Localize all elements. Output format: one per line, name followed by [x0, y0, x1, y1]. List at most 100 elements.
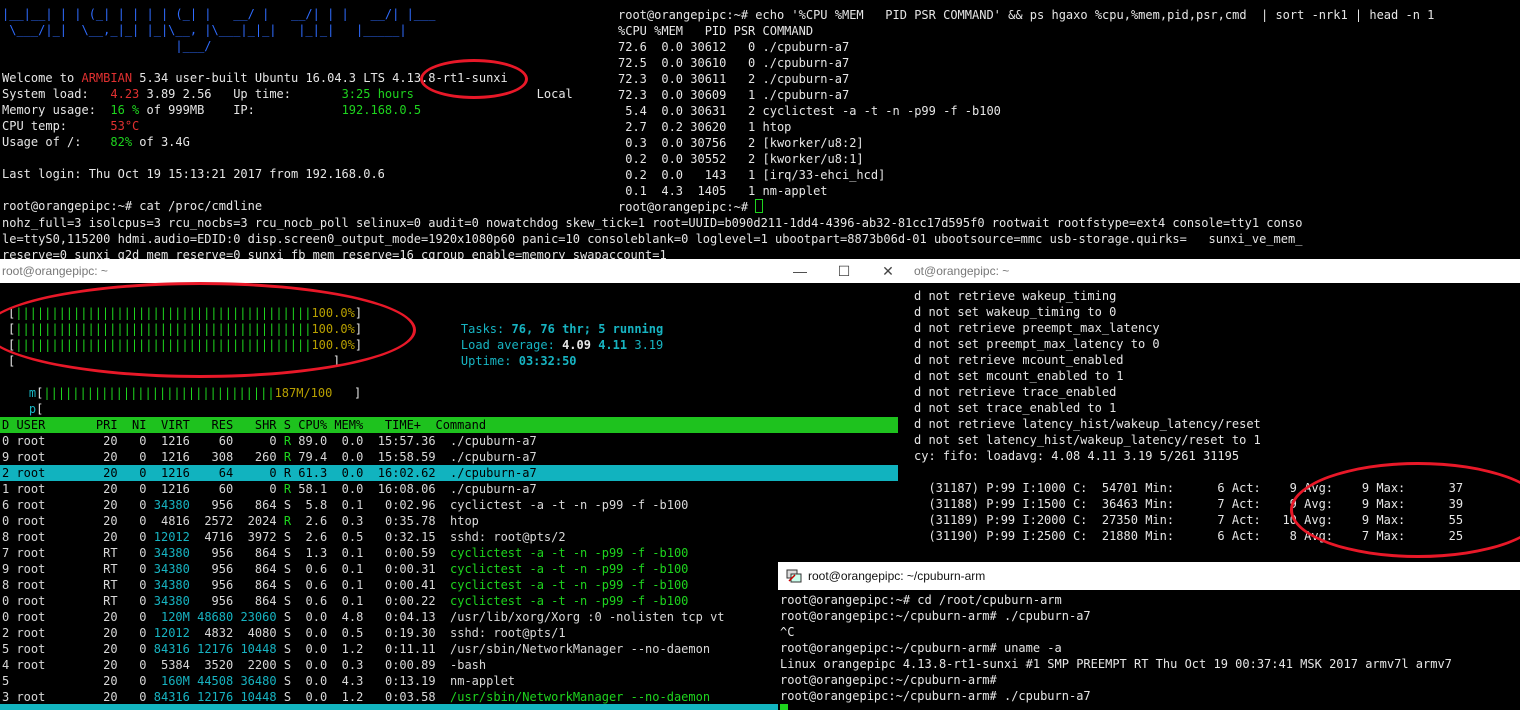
process-res: 956	[189, 498, 234, 512]
process-row[interactable]: 2 root 20 0 12012 4832 4080 S 0.0 0.5 0:…	[2, 625, 566, 641]
process-shr: 23060	[233, 610, 277, 624]
htop-window-titlebar[interactable]: root@orangepipc: ~ — ☐ ✕	[0, 259, 912, 283]
process-res: 64	[189, 466, 234, 480]
process-s: R	[276, 450, 292, 464]
process-row[interactable]: 6 root 20 0 34380 956 864 S 5.8 0.1 0:02…	[2, 497, 688, 513]
process-time: 0:00.41	[363, 578, 436, 592]
process-ni: 0	[117, 626, 147, 640]
tasks-summary: Tasks: 76, 76 thr; 5 running	[432, 305, 663, 336]
process-row[interactable]: 9 root RT 0 34380 956 864 S 0.6 0.1 0:00…	[2, 561, 688, 577]
process-virt: 160M	[146, 674, 190, 688]
uptime-value: 03:32:50	[518, 354, 577, 368]
process-pid: 9	[2, 450, 17, 464]
process-row[interactable]: 1 root 20 0 1216 60 0 R 58.1 0.0 16:08.0…	[2, 481, 537, 497]
cmdline-line: reserve=0 sunxi_g2d_mem_reserve=0 sunxi_…	[2, 247, 667, 259]
uptime: Uptime: 03:32:50	[432, 337, 577, 368]
process-user: root	[16, 690, 89, 704]
process-time: 0:00.59	[363, 546, 436, 560]
process-time: 0:00.31	[363, 562, 436, 576]
process-res: 4716	[189, 530, 234, 544]
motd-line: |__|__| | | (_| | | | | (_| | __/ | __/|…	[2, 6, 435, 22]
process-row[interactable]: 9 root 20 0 1216 308 260 R 79.4 0.0 15:5…	[2, 449, 537, 465]
process-row[interactable]: 0 root 20 0 1216 60 0 R 89.0 0.0 15:57.3…	[2, 433, 537, 449]
motd-text: |__|__| | | (_| | | | | (_| | __/ | __/|…	[2, 7, 436, 21]
process-row[interactable]: 8 root RT 0 34380 956 864 S 0.6 0.1 0:00…	[2, 577, 688, 593]
process-res: 2572	[189, 514, 234, 528]
process-row[interactable]: 7 root RT 0 34380 956 864 S 1.3 0.1 0:00…	[2, 545, 688, 561]
motd-line: Last login: Thu Oct 19 15:13:21 2017 fro…	[2, 166, 385, 182]
meter-close-bracket: ]	[354, 322, 363, 336]
cyclictest-line: cy: fifo: loadavg: 4.08 4.11 3.19 5/261 …	[914, 449, 1240, 463]
cpuburn-line: root@orangepipc:~# cd /root/cpuburn-arm	[780, 593, 1062, 607]
process-pid: 2	[2, 466, 17, 480]
process-pid: 6	[2, 498, 17, 512]
function-key-bar[interactable]	[0, 704, 780, 710]
minimize-button[interactable]: —	[778, 259, 822, 283]
htop-terminal[interactable]: [|||||||||||||||||||||||||||||||||||||||…	[0, 283, 898, 710]
cyclictest-line: (31189) P:99 I:2000 C: 27350 Min: 7 Act:…	[914, 513, 1464, 527]
maximize-button[interactable]: ☐	[822, 259, 866, 283]
process-pid: 3	[2, 690, 17, 704]
cmdline-line: le=ttyS0,115200 hdmi.audio=EDID:0 disp.s…	[2, 231, 1302, 247]
process-pid: 2	[2, 626, 17, 640]
process-cpu: 61.3	[291, 466, 328, 480]
process-row[interactable]: 5 root 20 0 84316 12176 10448 S 0.0 1.2 …	[2, 641, 710, 657]
motd-text-segment: 16 %	[110, 103, 140, 117]
process-cpu: 1.3	[291, 546, 328, 560]
terminal-cursor-line	[780, 704, 788, 710]
process-cmd: ./cpuburn-a7	[435, 482, 537, 496]
process-row[interactable]: 0 root 20 0 4816 2572 2024 R 2.6 0.3 0:3…	[2, 513, 479, 529]
process-row[interactable]: 4 root 20 0 5384 3520 2200 S 0.0 0.3 0:0…	[2, 657, 486, 673]
process-pri: 20	[88, 658, 118, 672]
process-mem: 0.0	[327, 434, 364, 448]
process-shr: 0	[233, 482, 277, 496]
cyclictest-terminal[interactable]: d not retrieve wakeup_timing d not set wa…	[912, 283, 1520, 563]
process-cpu: 0.0	[291, 658, 328, 672]
close-button[interactable]: ✕	[866, 259, 910, 283]
process-time: 0:00.89	[363, 658, 436, 672]
process-shr: 864	[233, 594, 277, 608]
process-pri: 20	[88, 498, 118, 512]
process-cpu: 0.0	[291, 610, 328, 624]
process-mem: 0.1	[327, 546, 364, 560]
process-cmd: /usr/sbin/NetworkManager --no-daemon	[435, 642, 711, 656]
process-row[interactable]: 0 root RT 0 34380 956 864 S 0.6 0.1 0:00…	[2, 593, 688, 609]
process-shr: 864	[233, 578, 277, 592]
process-row[interactable]: 8 root 20 0 12012 4716 3972 S 2.6 0.5 0:…	[2, 529, 566, 545]
process-row[interactable]: 3 root 20 0 84316 12176 10448 S 0.0 1.2 …	[2, 689, 710, 705]
memory-meter: m[||||||||||||||||||||||||||||||||187M/1…	[0, 369, 361, 400]
process-pri: 20	[88, 434, 118, 448]
cpuburn-terminal[interactable]: root@orangepipc:~# cd /root/cpuburn-arm r…	[778, 590, 1520, 710]
cyclictest-window-titlebar[interactable]: ot@orangepipc: ~	[912, 259, 1520, 283]
motd-line: Usage of /: 82% of 3.4G	[2, 134, 190, 150]
motd-text-segment: 3:25 hours	[341, 87, 414, 101]
process-row[interactable]: 0 root 20 0 120M 48680 23060 S 0.0 4.8 0…	[2, 609, 725, 625]
process-shr: 0	[233, 466, 277, 480]
process-time: 0:11.11	[363, 642, 436, 656]
process-row[interactable]: 5 20 0 160M 44508 36480 S 0.0 4.3 0:13.1…	[2, 673, 515, 689]
motd-line: \___/|_| \__,_|_| |_|\__, |\___|_|_| |_|…	[2, 22, 406, 38]
process-pri: 20	[88, 674, 118, 688]
motd-text-segment: Local	[413, 87, 573, 101]
process-cpu: 2.6	[291, 530, 328, 544]
process-row[interactable]: 2 root 20 0 1216 64 0 R 61.3 0.0 16:02.6…	[2, 465, 537, 481]
process-mem: 0.0	[327, 466, 364, 480]
process-pid: 5	[2, 674, 17, 688]
process-cmd: ./cpuburn-a7	[435, 450, 537, 464]
cpuburn-line: root@orangepipc:~/cpuburn-arm# ./cpuburn…	[780, 609, 1091, 623]
process-cmd: sshd: root@pts/1	[435, 626, 566, 640]
process-virt: 84316	[146, 642, 190, 656]
process-cmd: nm-applet	[435, 674, 516, 688]
process-cpu: 89.0	[291, 434, 328, 448]
cpuburn-window-titlebar[interactable]: root@orangepipc: ~/cpuburn-arm	[778, 562, 1520, 590]
motd-line: Memory usage: 16 % of 999MB IP: 192.168.…	[2, 102, 421, 118]
process-cmd: /usr/lib/xorg/Xorg :0 -nolisten tcp vt	[435, 610, 725, 624]
process-res: 44508	[189, 674, 234, 688]
process-user: root	[16, 594, 89, 608]
load-average: Load average: 4.09 4.11 3.19	[432, 321, 663, 352]
ps-terminal[interactable]: root@orangepipc:~# echo '%CPU %MEM PID P…	[616, 0, 1520, 215]
cpuburn-line: root@orangepipc:~/cpuburn-arm# ./cpuburn…	[780, 689, 1091, 703]
process-user: root	[16, 498, 89, 512]
motd-text: reserve=0 sunxi_g2d_mem_reserve=0 sunxi_…	[2, 248, 667, 259]
cpuburn-window-title: root@orangepipc: ~/cpuburn-arm	[808, 569, 986, 583]
